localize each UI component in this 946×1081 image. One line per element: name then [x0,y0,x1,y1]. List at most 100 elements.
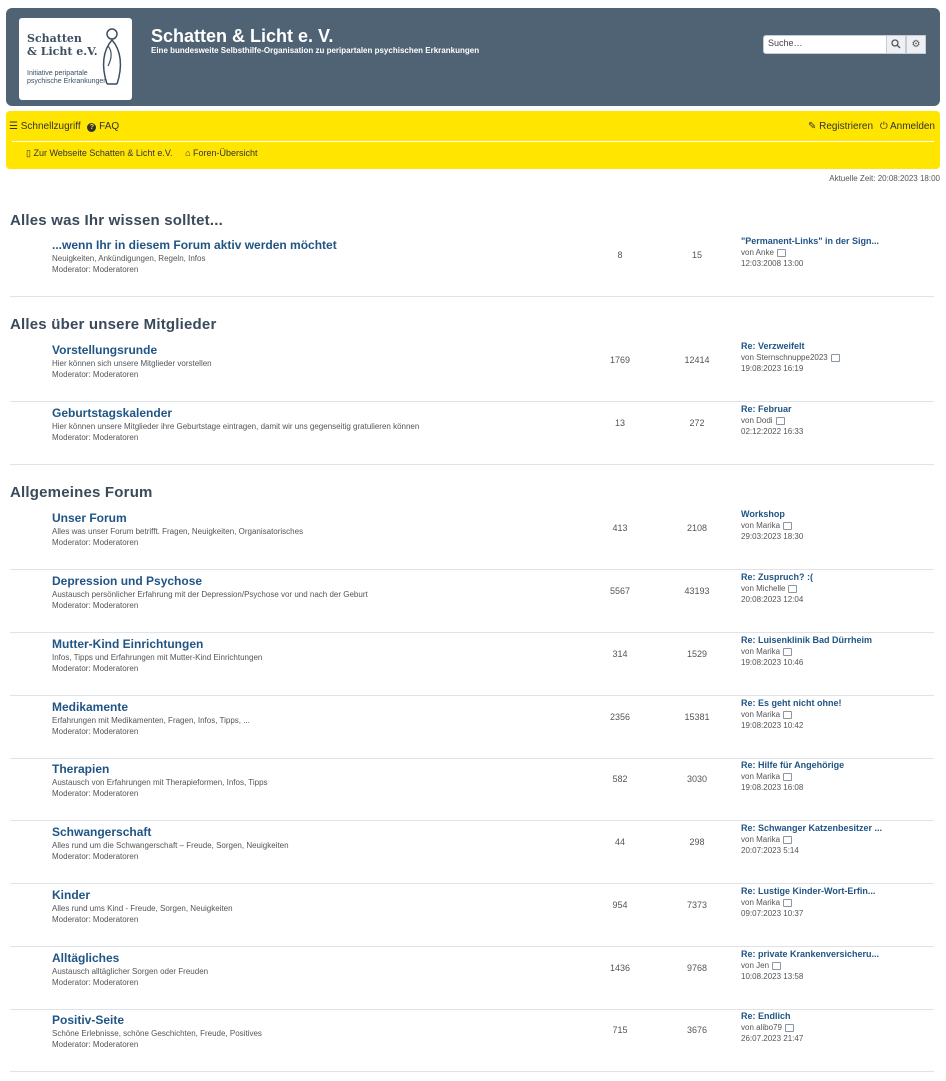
view-post-icon[interactable] [783,647,793,656]
forum-description: Alles rund um die Schwangerschaft – Freu… [52,841,289,850]
last-post-author[interactable]: von Anke [741,248,774,257]
last-post-author[interactable]: von Marika [741,521,780,530]
forum-moderator[interactable]: Moderator: Moderatoren [52,727,138,736]
last-post-author[interactable]: von Marika [741,898,780,907]
last-post: Re: Verzweifelt von Sternschnuppe2023 19… [741,341,840,374]
forum-title[interactable]: Unser Forum [52,511,127,525]
forum-title[interactable]: Mutter-Kind Einrichtungen [52,637,203,651]
forum-title[interactable]: Depression und Psychose [52,574,202,588]
forum-title[interactable]: Schwangerschaft [52,825,151,839]
view-post-icon[interactable] [772,961,782,970]
last-post-author[interactable]: von Michelle [741,584,785,593]
view-post-icon[interactable] [783,835,793,844]
topic-count: 2356 [609,712,631,722]
forum-title[interactable]: ...wenn Ihr in diesem Forum aktiv werden… [52,238,337,252]
last-post-title[interactable]: Re: private Krankenversicheru... [741,949,879,960]
category-title[interactable]: Allgemeines Forum [10,484,153,501]
forum-moderator[interactable]: Moderator: Moderatoren [52,664,138,673]
last-post-author[interactable]: von Jen [741,961,769,970]
crumb-site-link[interactable]: ▯ Zur Webseite Schatten & Licht e.V. [26,148,173,158]
site-title[interactable]: Schatten & Licht e. V. [151,26,333,47]
post-count: 3030 [686,774,708,784]
view-post-icon[interactable] [783,772,793,781]
last-post-title[interactable]: Re: Es geht nicht ohne! [741,698,842,709]
last-post-time: 29:03:2023 18:30 [741,532,804,541]
search-input[interactable]: Suche… [763,35,887,54]
view-post-icon[interactable] [776,248,786,257]
forum-moderator[interactable]: Moderator: Moderatoren [52,915,138,924]
forum-moderator[interactable]: Moderator: Moderatoren [52,601,138,610]
post-count: 1529 [686,649,708,659]
last-post: Re: Es geht nicht ohne! von Marika 19:08… [741,698,842,731]
topic-count: 8 [617,250,623,260]
forum-description: Schöne Erlebnisse, schöne Geschichten, F… [52,1029,262,1038]
last-post-title[interactable]: Re: Hilfe für Angehörige [741,760,844,771]
last-post-title[interactable]: "Permanent-Links" in der Sign... [741,236,879,247]
last-post-title[interactable]: Re: Februar [741,404,803,415]
forum-row: Mutter-Kind Einrichtungen Infos, Tipps u… [10,633,934,696]
crumb-index-link[interactable]: ⌂ Foren-Übersicht [185,148,257,158]
crumb-index-label: Foren-Übersicht [193,148,258,158]
view-post-icon[interactable] [788,584,798,593]
post-count: 298 [689,837,705,847]
last-post-title[interactable]: Re: Luisenklinik Bad Dürrheim [741,635,872,646]
forum-title[interactable]: Positiv-Seite [52,1013,124,1027]
last-post: Re: Schwanger Katzenbesitzer ... von Mar… [741,823,882,856]
view-post-icon[interactable] [783,898,793,907]
last-post-title[interactable]: Re: Verzweifelt [741,341,840,352]
last-post-title[interactable]: Re: Lustige Kinder-Wort-Erfin... [741,886,875,897]
forum-moderator[interactable]: Moderator: Moderatoren [52,1040,138,1049]
forum-title[interactable]: Medikamente [52,700,128,714]
faq-link[interactable]: ? FAQ [87,121,119,132]
search-button[interactable] [886,35,906,54]
view-post-icon[interactable] [783,710,793,719]
post-count: 9768 [686,963,708,973]
forum-row: Schwangerschaft Alles rund um die Schwan… [10,821,934,884]
last-post-title[interactable]: Re: Zuspruch? :( [741,572,813,583]
forum-title[interactable]: Kinder [52,888,90,902]
last-post-title[interactable]: Workshop [741,509,803,520]
register-link[interactable]: ✎ Registrieren [808,121,873,132]
last-post-time: 26:07.2023 21:47 [741,1034,804,1043]
forum-title[interactable]: Alltägliches [52,951,119,965]
advanced-search-button[interactable]: ⚙ [906,35,926,54]
category-title[interactable]: Alles was Ihr wissen solltet... [10,212,223,229]
forum-title[interactable]: Vorstellungsrunde [52,343,157,357]
last-post-title[interactable]: Re: Endlich [741,1011,803,1022]
forum-moderator[interactable]: Moderator: Moderatoren [52,433,138,442]
last-post: Re: Endlich von alibo79 26:07.2023 21:47 [741,1011,803,1044]
forum-row: Kinder Alles rund ums Kind - Freude, Sor… [10,884,934,947]
view-post-icon[interactable] [784,1023,794,1032]
forum-moderator[interactable]: Moderator: Moderatoren [52,538,138,547]
category-title[interactable]: Alles über unsere Mitglieder [10,316,217,333]
site-logo[interactable]: Schatten & Licht e.V. Initiative peripar… [19,18,132,100]
view-post-icon[interactable] [830,353,840,362]
last-post-author[interactable]: von alibo79 [741,1023,782,1032]
last-post-author[interactable]: von Sternschnuppe2023 [741,353,828,362]
last-post-author[interactable]: von Marika [741,835,780,844]
forum-moderator[interactable]: Moderator: Moderatoren [52,370,138,379]
forum-row: Vorstellungsrunde Hier können sich unser… [10,339,934,402]
forum-moderator[interactable]: Moderator: Moderatoren [52,852,138,861]
last-post-time: 20:07:2023 5:14 [741,846,799,855]
forum-moderator[interactable]: Moderator: Moderatoren [52,789,138,798]
last-post-time: 19:08.2023 16:08 [741,783,804,792]
power-icon: ⏻ [879,121,888,132]
last-post-author[interactable]: von Dodi [741,416,773,425]
last-post-title[interactable]: Re: Schwanger Katzenbesitzer ... [741,823,882,834]
last-post: Re: Luisenklinik Bad Dürrheim von Marika… [741,635,872,668]
last-post-author[interactable]: von Marika [741,772,780,781]
forum-description: Austausch persönlicher Erfahrung mit der… [52,590,368,599]
forum-moderator[interactable]: Moderator: Moderatoren [52,978,138,987]
forum-title[interactable]: Therapien [52,762,109,776]
view-post-icon[interactable] [775,416,785,425]
login-link[interactable]: ⏻ Anmelden [880,121,935,132]
forum-description: Erfahrungen mit Medikamenten, Fragen, In… [52,716,250,725]
forum-moderator[interactable]: Moderator: Moderatoren [52,265,138,274]
view-post-icon[interactable] [783,521,793,530]
quick-access-link[interactable]: ☰ Schnellzugriff [9,121,81,132]
last-post-author[interactable]: von Marika [741,710,780,719]
forum-title[interactable]: Geburtstagskalender [52,406,172,420]
last-post-time: 09:07:2023 10:37 [741,909,804,918]
last-post-author[interactable]: von Marika [741,647,780,656]
